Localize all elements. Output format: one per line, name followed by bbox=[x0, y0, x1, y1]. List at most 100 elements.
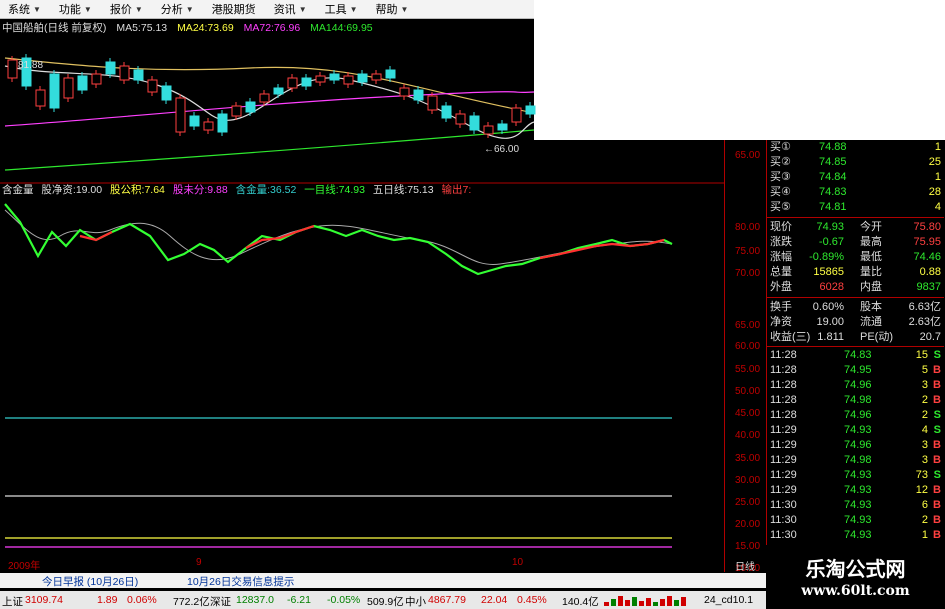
divider bbox=[767, 217, 944, 218]
tick-volume: 6 bbox=[921, 499, 928, 511]
bid-row: 买② 74.85 25 bbox=[767, 155, 944, 170]
menu-tools[interactable]: 工具 ▼ bbox=[317, 0, 368, 18]
menu-hk-futures[interactable]: 港股期货 bbox=[204, 0, 266, 18]
tick-price: 74.93 bbox=[844, 514, 872, 526]
chevron-down-icon: ▼ bbox=[400, 4, 409, 14]
tick-time: 11:30 bbox=[770, 499, 797, 511]
tick-price: 74.98 bbox=[844, 394, 872, 406]
candle-body bbox=[371, 73, 382, 81]
candle-body bbox=[287, 77, 298, 89]
tick-price: 74.93 bbox=[844, 484, 872, 496]
menu-help[interactable]: 帮助 ▼ bbox=[368, 0, 419, 18]
chevron-down-icon: ▼ bbox=[185, 4, 194, 14]
chevron-down-icon: ▼ bbox=[83, 4, 92, 14]
stock-title: 中国船舶(日线 前复权) bbox=[2, 22, 107, 34]
quote-row: 总量 15865 量比 0.88 bbox=[767, 265, 944, 280]
menu-label: 帮助 bbox=[375, 4, 398, 16]
tick-side: S bbox=[933, 349, 941, 361]
y-tick-label: 75.00 bbox=[735, 246, 761, 257]
y-tick-label: 50.00 bbox=[735, 386, 761, 397]
candle-body bbox=[413, 89, 424, 101]
finance-row: 换手 0.60% 股本 6.63亿 bbox=[767, 300, 944, 315]
ma144-label: MA144:69.95 bbox=[310, 22, 373, 34]
quote-value: 74.46 bbox=[913, 251, 941, 263]
quote-label: 现价 bbox=[770, 221, 792, 233]
market-bar bbox=[660, 599, 665, 606]
y-tick-label: 70.00 bbox=[735, 268, 761, 279]
chart-canvas[interactable] bbox=[0, 18, 724, 558]
menu-function[interactable]: 功能 ▼ bbox=[51, 0, 102, 18]
news-link-trading[interactable]: 10月26日交易信息提示 bbox=[187, 574, 294, 589]
indicator-item: 股公积:7.64 bbox=[110, 184, 165, 196]
candle-body bbox=[273, 87, 284, 95]
sz-change: -6.21 bbox=[287, 594, 311, 606]
high-price-label: 81.88 bbox=[18, 60, 44, 71]
candle-body bbox=[49, 73, 60, 109]
quote-label: 今开 bbox=[860, 221, 882, 233]
bid-label: 买② bbox=[770, 156, 791, 168]
tick-side: B bbox=[933, 484, 941, 496]
bid-price: 74.83 bbox=[819, 186, 847, 198]
market-bar bbox=[653, 602, 658, 606]
indicator-item: 含金量:36.52 bbox=[235, 184, 297, 196]
tick-side: B bbox=[933, 439, 941, 451]
menu-label: 功能 bbox=[58, 4, 81, 16]
candle-body bbox=[175, 97, 186, 133]
candle-body bbox=[231, 105, 242, 117]
candle-body bbox=[343, 75, 354, 85]
quote-row: 涨幅 -0.89% 最低 74.46 bbox=[767, 250, 944, 265]
tick-time: 11:28 bbox=[770, 394, 797, 406]
menu-label: 报价 bbox=[109, 4, 132, 16]
y-tick-label: 55.00 bbox=[735, 364, 761, 375]
candle-body bbox=[105, 61, 116, 75]
tick-volume: 2 bbox=[921, 409, 928, 421]
menu-info[interactable]: 资讯 ▼ bbox=[266, 0, 317, 18]
y-tick-label: 80.00 bbox=[735, 222, 761, 233]
tick-volume: 12 bbox=[915, 484, 928, 496]
y-tick-label: 60.00 bbox=[735, 341, 761, 352]
candle-body bbox=[357, 73, 368, 83]
tick-side: B bbox=[933, 394, 941, 406]
menu-quote[interactable]: 报价 ▼ bbox=[102, 0, 153, 18]
candle-body bbox=[77, 75, 88, 91]
month-label-10: 10 bbox=[512, 557, 524, 568]
tick-row: 11:29 74.98 3 B bbox=[767, 453, 944, 468]
tick-side: B bbox=[933, 454, 941, 466]
y-tick-label: 65.00 bbox=[735, 320, 761, 331]
tick-price: 74.93 bbox=[844, 529, 872, 541]
sz-value: 12837.0 bbox=[236, 594, 274, 606]
quote-value: 74.93 bbox=[816, 221, 844, 233]
sz-label: 深证 bbox=[210, 596, 231, 608]
candle-body bbox=[217, 113, 228, 133]
tick-row: 11:28 74.96 2 S bbox=[767, 408, 944, 423]
output7-segment bbox=[245, 224, 315, 249]
menu-label: 工具 bbox=[324, 4, 347, 16]
quote-value: -0.67 bbox=[818, 236, 844, 248]
bid-label: 买③ bbox=[770, 171, 791, 183]
tick-price: 74.96 bbox=[844, 439, 872, 451]
tick-time: 11:30 bbox=[770, 514, 797, 526]
news-link-morning[interactable]: 今日早报 (10月26日) bbox=[42, 574, 138, 589]
candle-body bbox=[259, 93, 270, 103]
quote-value: 0.88 bbox=[919, 266, 941, 278]
quote-value: 6028 bbox=[819, 281, 844, 293]
sh-label: 上证 bbox=[2, 596, 23, 608]
finance-value: 2.63亿 bbox=[908, 316, 941, 328]
market-bar bbox=[611, 599, 616, 606]
tick-row: 11:29 74.93 73 S bbox=[767, 468, 944, 483]
y-tick-label: 20.00 bbox=[735, 519, 761, 530]
bid-row: 买③ 74.84 1 bbox=[767, 170, 944, 185]
indicator-lines bbox=[4, 203, 673, 276]
finance-value: 6.63亿 bbox=[908, 301, 941, 313]
menu-system[interactable]: 系统 ▼ bbox=[0, 0, 51, 18]
tick-time: 11:30 bbox=[770, 529, 797, 541]
tick-side: S bbox=[933, 409, 941, 421]
sz-amount: 509.9亿 bbox=[367, 596, 404, 608]
bid-row: 买⑤ 74.81 4 bbox=[767, 200, 944, 215]
tick-row: 11:28 74.95 5 B bbox=[767, 363, 944, 378]
bid-label: 买① bbox=[770, 141, 791, 153]
tick-side: S bbox=[933, 469, 941, 481]
tick-price: 74.93 bbox=[844, 424, 872, 436]
ma24-label: MA24:73.69 bbox=[177, 22, 234, 34]
menu-analysis[interactable]: 分析 ▼ bbox=[153, 0, 204, 18]
